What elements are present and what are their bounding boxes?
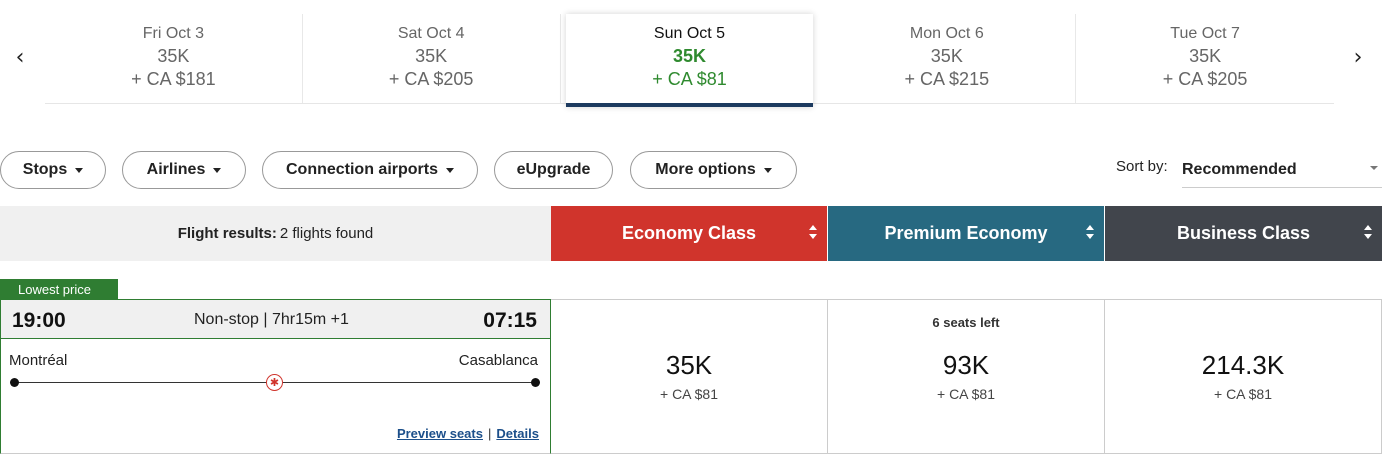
date-label: Sat Oct 4 — [397, 25, 465, 42]
business-class-header[interactable]: Business Class — [1105, 206, 1382, 261]
date-strip: ‹ Fri Oct 3 35K + CA $181 Sat Oct 4 35K … — [0, 0, 1387, 110]
arrival-time: 07:15 — [483, 309, 537, 332]
date-label: Fri Oct 3 — [142, 25, 205, 42]
sort-arrows-icon — [809, 225, 817, 241]
date-label: Tue Oct 7 — [1170, 25, 1240, 42]
chevron-left-icon[interactable]: ‹ — [8, 40, 32, 74]
date-cash: + CA $215 — [904, 69, 990, 89]
economy-class-label: Economy Class — [621, 223, 757, 243]
chevron-down-icon — [763, 167, 772, 173]
results-header-row: Flight results: 2 flights found Economy … — [0, 206, 1387, 261]
date-list: Fri Oct 3 35K + CA $181 Sat Oct 4 35K + … — [45, 14, 1334, 107]
date-label: Sun Oct 5 — [653, 25, 726, 42]
more-options-label: More options — [655, 161, 756, 178]
sort-arrows-icon — [1086, 225, 1094, 241]
link-separator: | — [487, 426, 492, 441]
connection-airports-filter-label: Connection airports — [285, 161, 438, 178]
destination-city: Casablanca — [458, 352, 538, 369]
economy-fare-cash: + CA $81 — [660, 386, 718, 402]
seats-left-notice: 6 seats left — [932, 315, 1000, 330]
date-points: 35K — [415, 46, 448, 66]
date-label: Mon Oct 6 — [909, 25, 984, 42]
departure-time: 19:00 — [12, 309, 66, 332]
chevron-down-icon — [446, 167, 454, 173]
date-cash: + CA $181 — [131, 69, 216, 89]
date-option[interactable]: Mon Oct 6 35K + CA $215 — [818, 14, 1077, 103]
sort-select[interactable]: Recommended — [1182, 152, 1382, 188]
date-points: 35K — [672, 46, 706, 66]
date-option[interactable]: Tue Oct 7 35K + CA $205 — [1076, 14, 1334, 103]
sort-control: Sort by: Recommended — [1116, 152, 1382, 188]
sort-label: Sort by: — [1116, 158, 1168, 175]
premium-fare-cash: + CA $81 — [937, 386, 995, 402]
stops-filter-button[interactable]: Stops — [0, 151, 106, 189]
chevron-right-icon[interactable]: › — [1346, 40, 1370, 74]
premium-fare-points: 93K — [942, 350, 990, 380]
flight-results-count: 2 flights found — [279, 225, 374, 242]
flight-results-label: Flight results: — [177, 225, 277, 242]
eupgrade-filter-button[interactable]: eUpgrade — [494, 151, 613, 189]
origin-city: Montréal — [9, 352, 68, 369]
airlines-filter-label: Airlines — [146, 161, 206, 178]
flight-time-bar: 19:00 Non-stop | 7hr15m +1 07:15 — [1, 300, 550, 339]
premium-fare-cell[interactable]: 6 seats left 93K + CA $81 — [828, 299, 1105, 454]
stops-filter-label: Stops — [22, 161, 68, 178]
date-cash: + CA $81 — [652, 69, 727, 89]
chevron-down-icon — [213, 167, 222, 173]
business-class-label: Business Class — [1176, 223, 1311, 243]
business-fare-cash: + CA $81 — [1214, 386, 1272, 402]
chevron-down-icon — [75, 167, 84, 173]
date-option[interactable]: Sat Oct 4 35K + CA $205 — [303, 14, 561, 103]
economy-fare-cell[interactable]: 35K + CA $81 — [551, 299, 828, 454]
premium-economy-label: Premium Economy — [884, 223, 1048, 243]
business-fare-cell[interactable]: 214.3K + CA $81 — [1105, 299, 1382, 454]
date-option[interactable]: Fri Oct 3 35K + CA $181 — [45, 14, 303, 103]
flight-card[interactable]: 19:00 Non-stop | 7hr15m +1 07:15 Montréa… — [0, 299, 551, 454]
economy-fare-points: 35K — [665, 350, 713, 380]
date-points: 35K — [157, 46, 190, 66]
sort-value: Recommended — [1182, 161, 1297, 178]
date-points: 35K — [1189, 46, 1222, 66]
flight-results-summary: Flight results: 2 flights found — [0, 206, 551, 261]
lowest-price-badge: Lowest price — [0, 279, 118, 300]
more-options-button[interactable]: More options — [630, 151, 797, 189]
date-cash: + CA $205 — [388, 69, 474, 89]
connection-airports-filter-button[interactable]: Connection airports — [262, 151, 478, 189]
premium-economy-header[interactable]: Premium Economy — [828, 206, 1104, 261]
details-link[interactable]: Details — [496, 426, 539, 441]
flight-duration: Non-stop | 7hr15m +1 — [194, 311, 349, 328]
economy-class-header[interactable]: Economy Class — [551, 206, 827, 261]
eupgrade-filter-label: eUpgrade — [516, 161, 591, 178]
flight-links: Preview seats | Details — [397, 426, 539, 441]
business-fare-points: 214.3K — [1201, 350, 1285, 380]
date-cash: + CA $205 — [1162, 69, 1248, 89]
date-option-selected[interactable]: Sun Oct 5 35K + CA $81 — [565, 14, 814, 107]
preview-seats-link[interactable]: Preview seats — [397, 426, 483, 441]
airlines-filter-button[interactable]: Airlines — [122, 151, 246, 189]
destination-dot — [531, 378, 540, 387]
sort-arrows-icon — [1364, 225, 1372, 241]
origin-dot — [10, 378, 19, 387]
maple-leaf-icon: ✱ — [266, 374, 283, 391]
chevron-down-icon — [1370, 166, 1378, 170]
date-points: 35K — [930, 46, 963, 66]
